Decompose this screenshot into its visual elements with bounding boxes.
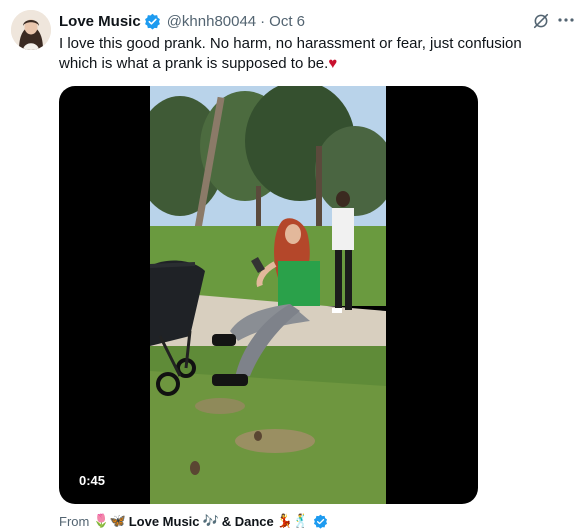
separator-dot: · xyxy=(260,12,266,30)
tweet-date[interactable]: Oct 6 xyxy=(269,13,305,30)
source-name-part1[interactable]: Love Music xyxy=(129,514,200,529)
source-name-part2[interactable]: & Dance xyxy=(222,514,274,529)
grok-icon[interactable] xyxy=(532,12,550,30)
music-notes-emoji: 🎶 xyxy=(202,513,219,528)
tweet-body: I love this good prank. No harm, no hara… xyxy=(59,35,522,72)
tweet-text: I love this good prank. No harm, no hara… xyxy=(59,34,559,74)
tweet: Love Music @khnh80044 · Oct 6 I love thi… xyxy=(0,0,581,531)
tweet-header: Love Music @khnh80044 · Oct 6 xyxy=(59,11,305,31)
flower-butterfly-emoji: 🌷🦋 xyxy=(93,513,126,528)
heart-emoji: ♥ xyxy=(328,55,338,72)
video-frame xyxy=(150,86,386,504)
author-handle[interactable]: @khnh80044 xyxy=(167,13,256,30)
from-label: From xyxy=(59,513,90,529)
more-icon[interactable] xyxy=(556,10,576,30)
avatar[interactable] xyxy=(11,10,51,50)
video-duration: 0:45 xyxy=(72,470,113,491)
source-attribution[interactable]: From 🌷🦋 Love Music 🎶 & Dance 💃🕺 xyxy=(59,511,328,531)
verified-badge-icon xyxy=(314,514,328,529)
author-name[interactable]: Love Music xyxy=(59,13,141,30)
dancers-emoji: 💃🕺 xyxy=(276,513,310,528)
video-player[interactable]: 0:45 xyxy=(59,86,478,504)
verified-badge-icon xyxy=(144,13,160,30)
